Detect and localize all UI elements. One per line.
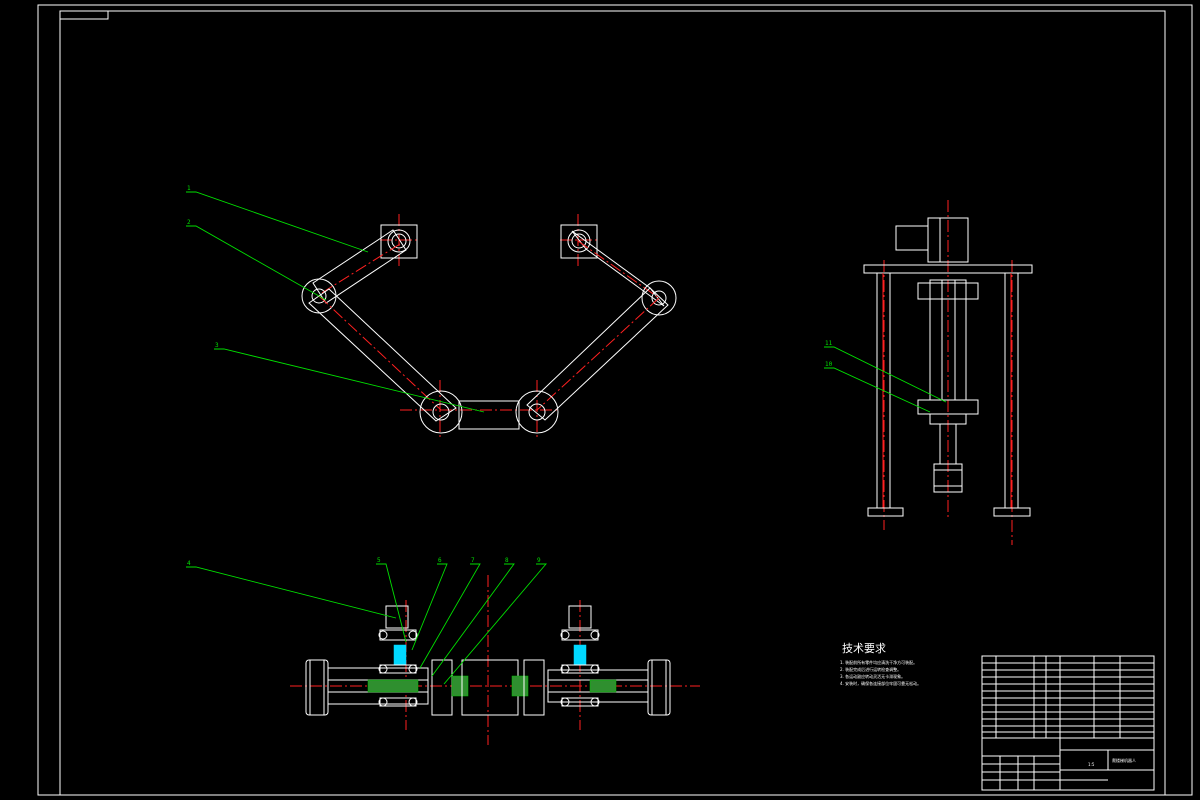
callout-4: 4 xyxy=(187,560,191,567)
top-view xyxy=(290,575,700,745)
callout-11: 11 xyxy=(825,340,833,347)
tech-note-4: 4. 安装时，确保各连接部位牢固可靠无松动。 xyxy=(840,680,921,686)
front-view xyxy=(301,214,677,440)
side-view xyxy=(863,200,1033,545)
drawing-scale: 1:5 xyxy=(1088,762,1095,767)
callout-5: 5 xyxy=(377,557,381,564)
callout-3: 3 xyxy=(215,342,219,349)
callout-6: 6 xyxy=(438,557,442,564)
callout-10: 10 xyxy=(825,361,833,368)
callout-9: 9 xyxy=(537,557,541,564)
callout-7: 7 xyxy=(471,557,475,564)
tech-note-1: 1. 装配前所有零件均应清洗干净方可装配。 xyxy=(840,659,917,665)
title-block: 爬楼梯机器人 1:5 xyxy=(981,655,1155,791)
callout-2: 2 xyxy=(187,219,191,226)
tech-title: 技术要求 xyxy=(842,642,886,655)
tech-note-2: 2. 装配完成后进行运转检查调整。 xyxy=(840,666,901,672)
callout-8: 8 xyxy=(505,557,509,564)
callout-1: 1 xyxy=(187,185,191,192)
drawing-name: 爬楼梯机器人 xyxy=(1112,757,1136,763)
callouts: 1 2 3 4 5 6 7 8 9 10 11 xyxy=(186,185,947,685)
cad-drawing: 1 2 3 4 5 6 7 8 9 10 11 技术要求 1. 装配前所有零件均… xyxy=(37,4,1193,796)
technical-requirements: 技术要求 1. 装配前所有零件均应清洗干净方可装配。 2. 装配完成后进行运转检… xyxy=(840,642,921,686)
tech-note-3: 3. 各运动副应转动灵活无卡滞现象。 xyxy=(840,673,905,679)
